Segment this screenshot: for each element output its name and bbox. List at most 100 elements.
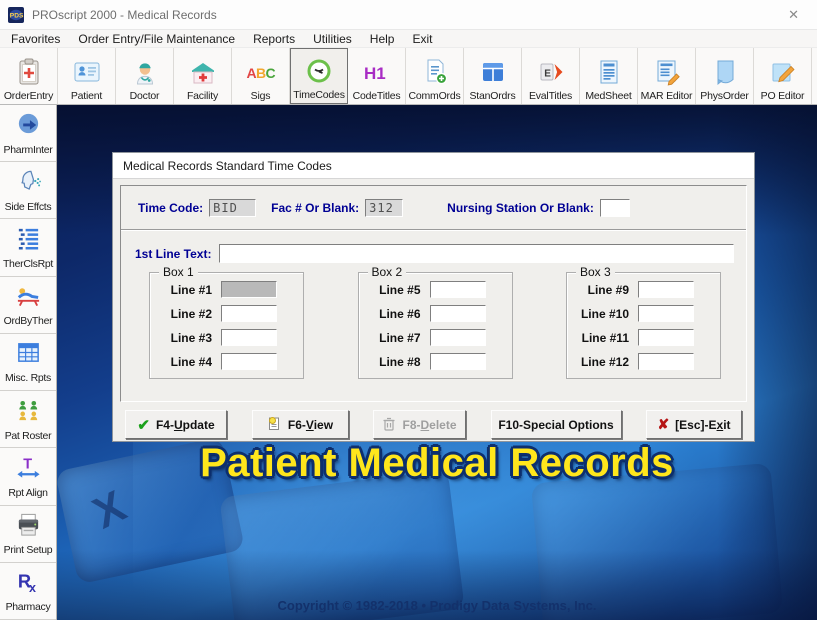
time-codes-dialog: Medical Records Standard Time Codes Time… <box>112 152 755 442</box>
toolbar-button-stanordrs[interactable]: StanOrdrs <box>464 48 522 104</box>
sidebar-item-rpt-align[interactable]: T Rpt Align <box>0 448 56 506</box>
first-line-text-field[interactable] <box>219 244 734 263</box>
toolbar-button-patient[interactable]: Patient <box>58 48 116 104</box>
document-plus-icon <box>420 54 450 90</box>
nursing-station-label: Nursing Station Or Blank: <box>447 201 594 215</box>
toolbar-button-timecodes[interactable]: TimeCodes <box>290 48 348 104</box>
line-8-field[interactable] <box>429 353 486 370</box>
line-2-field[interactable] <box>221 305 277 322</box>
menu-item-utilities[interactable]: Utilities <box>304 32 361 46</box>
menu-item-favorites[interactable]: Favorites <box>2 32 69 46</box>
sidebar-item-side-effcts[interactable]: Side Effcts <box>0 162 56 220</box>
trash-can-icon <box>382 416 396 434</box>
e-arrow-icon: E <box>536 54 566 90</box>
toolbar-label: Doctor <box>129 90 160 102</box>
line-3-field[interactable] <box>221 329 277 346</box>
toolbar-label: Sigs <box>250 90 271 102</box>
sidebar-label: OrdByTher <box>3 315 53 328</box>
line-5-field[interactable] <box>429 281 486 298</box>
menu-item-exit[interactable]: Exit <box>403 32 441 46</box>
list-pencil-icon <box>652 54 682 90</box>
line-11-field[interactable] <box>638 329 694 346</box>
main-area: X Medical Records Standard Time Codes Ti… <box>57 105 817 620</box>
red-x-icon: ✘ <box>657 416 670 432</box>
sidebar-label: Misc. Rpts <box>4 372 51 385</box>
svg-text:x: x <box>28 581 35 595</box>
line-10-field[interactable] <box>638 305 694 322</box>
toolbar-label: OrderEntry <box>3 90 54 102</box>
esc-exit-button[interactable]: ✘ [Esc]-Exit <box>646 410 742 439</box>
printer-icon <box>15 511 42 543</box>
sidebar-label: Rpt Align <box>8 486 48 499</box>
text-align-icon: T <box>15 454 42 486</box>
sidebar-label: Print Setup <box>3 544 53 557</box>
toolbar-label: EvalTitles <box>528 90 573 102</box>
toolbar-button-evaltitles[interactable]: E EvalTitles <box>522 48 580 104</box>
first-line-label: 1st Line Text: <box>135 246 212 261</box>
toolbar-label: PhysOrder <box>700 90 749 102</box>
fac-number-field[interactable] <box>365 199 404 217</box>
line-1-field[interactable] <box>221 281 277 298</box>
sidebar-item-therclsrpt[interactable]: TherClsRpt <box>0 219 56 277</box>
f6-view-button[interactable]: F6-View <box>251 410 349 439</box>
sidebar-item-pat-roster[interactable]: Pat Roster <box>0 391 56 449</box>
sidebar-item-print-setup[interactable]: Print Setup <box>0 505 56 563</box>
toolbar-button-physorder[interactable]: PhysOrder <box>696 48 754 104</box>
copyright-text: Copyright © 1982-2018 • Prodigy Data Sys… <box>277 598 597 613</box>
menu-item-order-entry[interactable]: Order Entry/File Maintenance <box>69 32 244 46</box>
doctor-icon <box>130 54 160 90</box>
toolbar-label: Patient <box>70 90 103 102</box>
toolbar-button-commords[interactable]: CommOrds <box>406 48 464 104</box>
recliner-person-icon <box>15 282 42 314</box>
menu-item-help[interactable]: Help <box>361 32 404 46</box>
dialog-panel: Time Code: Fac # Or Blank: Nursing Stati… <box>120 185 747 402</box>
line-9-field[interactable] <box>638 281 694 298</box>
menu-item-reports[interactable]: Reports <box>244 32 304 46</box>
line-6-field[interactable] <box>429 305 486 322</box>
line-4-field[interactable] <box>221 353 277 370</box>
toolbar-label: CommOrds <box>408 90 461 102</box>
toolbar-button-medsheet[interactable]: MedSheet <box>580 48 638 104</box>
panel-divider <box>121 229 746 231</box>
toolbar-label: Facility <box>186 90 219 102</box>
sidebar-item-pharmacy[interactable]: R x Pharmacy <box>0 562 56 620</box>
window-title: PROscript 2000 - Medical Records <box>32 7 217 22</box>
toolbar-button-doctor[interactable]: Doctor <box>116 48 174 104</box>
clock-icon <box>304 53 334 89</box>
svg-text:E: E <box>544 69 551 80</box>
table-window-icon <box>478 54 508 90</box>
toolbar-button-mar-editor[interactable]: MAR Editor <box>638 48 696 104</box>
blue-page-icon <box>710 54 740 90</box>
close-icon[interactable]: ✕ <box>780 7 807 23</box>
box-3-group: Box 3 Line #9 Line #10 Line #11 Line #12 <box>566 265 721 379</box>
sidebar-item-ordbyther[interactable]: OrdByTher <box>0 276 56 334</box>
app-logo-icon: PDS <box>8 6 24 23</box>
sidebar-item-pharminter[interactable]: PharmInter <box>0 105 56 163</box>
sidebar-label: TherClsRpt <box>2 258 54 271</box>
line-12-field[interactable] <box>638 353 694 370</box>
line-7-field[interactable] <box>429 329 486 346</box>
f4-update-button[interactable]: ✔ F4-Update <box>125 410 227 439</box>
sidebar-label: Pat Roster <box>4 429 52 442</box>
nursing-station-field[interactable] <box>599 199 630 217</box>
sidebar-item-misc-rpts[interactable]: Misc. Rpts <box>0 333 56 392</box>
svg-text:PDS: PDS <box>10 12 24 19</box>
clipboard-icon <box>14 54 44 90</box>
sidebar-label: Side Effcts <box>4 200 52 213</box>
rx-symbol-icon: R x <box>15 568 42 600</box>
box-2-group: Box 2 Line #5 Line #6 Line #7 Line #8 <box>357 265 513 379</box>
toolbar-button-codetitles[interactable]: H1 CodeTitles <box>348 48 406 104</box>
f10-special-options-button[interactable]: F10-Special Options <box>490 410 622 439</box>
toolbar-button-po-editor[interactable]: PO Editor <box>754 48 812 104</box>
f8-delete-button[interactable]: F8-Delete <box>373 410 466 439</box>
box-1-group: Box 1 Line #1 Line #2 Line #3 Line #4 <box>149 265 304 379</box>
arrow-circle-icon <box>15 111 42 143</box>
toolbar-button-facility[interactable]: Facility <box>174 48 232 104</box>
menu-bar: Favorites Order Entry/File Maintenance R… <box>0 30 817 47</box>
toolbar-button-orderentry[interactable]: OrderEntry <box>0 48 58 104</box>
toolbar-button-sigs[interactable]: A B C Sigs <box>232 48 290 104</box>
banner-title: Patient Medical Records <box>200 441 674 485</box>
hospital-icon <box>188 54 218 90</box>
abc-letters-icon: A B C <box>246 54 276 90</box>
time-code-field[interactable] <box>209 199 257 217</box>
